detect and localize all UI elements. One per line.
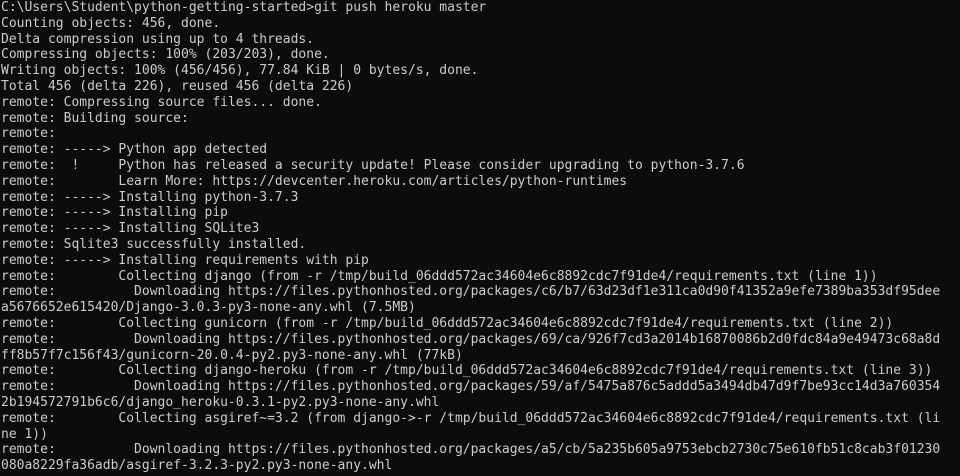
terminal-line: ne 1)) xyxy=(1,426,48,442)
terminal-line: remote: Building source: xyxy=(1,110,189,126)
terminal-line: remote: Collecting django (from -r /tmp/… xyxy=(1,268,878,284)
terminal-line: remote: Downloading https://files.python… xyxy=(1,284,941,300)
terminal-line: remote: Downloading https://files.python… xyxy=(1,331,941,347)
terminal-line: remote: Collecting asgiref~=3.2 (from dj… xyxy=(1,410,941,426)
terminal-line: remote: Downloading https://files.python… xyxy=(1,379,941,395)
terminal-line: remote: Downloading https://files.python… xyxy=(1,442,941,458)
terminal-line: Total 456 (delta 226), reused 456 (delta… xyxy=(1,78,354,94)
terminal-line: remote: Collecting django-heroku (from -… xyxy=(1,363,933,379)
terminal-line: 080a8229fa36adb/asgiref-3.2.3-py2.py3-no… xyxy=(1,458,393,474)
terminal-line: Delta compression using up to 4 threads. xyxy=(1,31,315,47)
terminal-line: C:\Users\Student\python-getting-started>… xyxy=(1,0,487,15)
terminal-line: remote: -----> Installing pip xyxy=(1,205,228,221)
terminal-line: 2b194572791b6c6/django_heroku-0.3.1-py2.… xyxy=(1,394,440,410)
terminal-line: remote: Collecting gunicorn (from -r /tm… xyxy=(1,315,894,331)
terminal-line: remote: -----> Installing requirements w… xyxy=(1,252,369,268)
terminal-line: remote: xyxy=(1,126,56,142)
terminal-line: remote: Compressing source files... done… xyxy=(1,94,322,110)
terminal-line: Counting objects: 456, done. xyxy=(1,15,221,31)
terminal-line: a5676652e615420/Django-3.0.3-py3-none-an… xyxy=(1,300,416,316)
terminal-line: ff8b57f7c156f43/gunicorn-20.0.4-py2.py3-… xyxy=(1,347,463,363)
terminal-line: remote: -----> Installing SQLite3 xyxy=(1,221,260,237)
terminal-line: remote: Sqlite3 successfully installed. xyxy=(1,236,307,252)
terminal-line: Writing objects: 100% (456/456), 77.84 K… xyxy=(1,63,479,79)
terminal-line: remote: Learn More: https://devcenter.he… xyxy=(1,173,628,189)
terminal-line: remote: -----> Installing python-3.7.3 xyxy=(1,189,299,205)
terminal-line: remote: -----> Python app detected xyxy=(1,142,268,158)
terminal-window[interactable]: C:\Users\Student\python-getting-started>… xyxy=(0,0,960,476)
terminal-line: Compressing objects: 100% (203/203), don… xyxy=(1,47,330,63)
terminal-line: remote: ! Python has released a security… xyxy=(1,157,745,173)
